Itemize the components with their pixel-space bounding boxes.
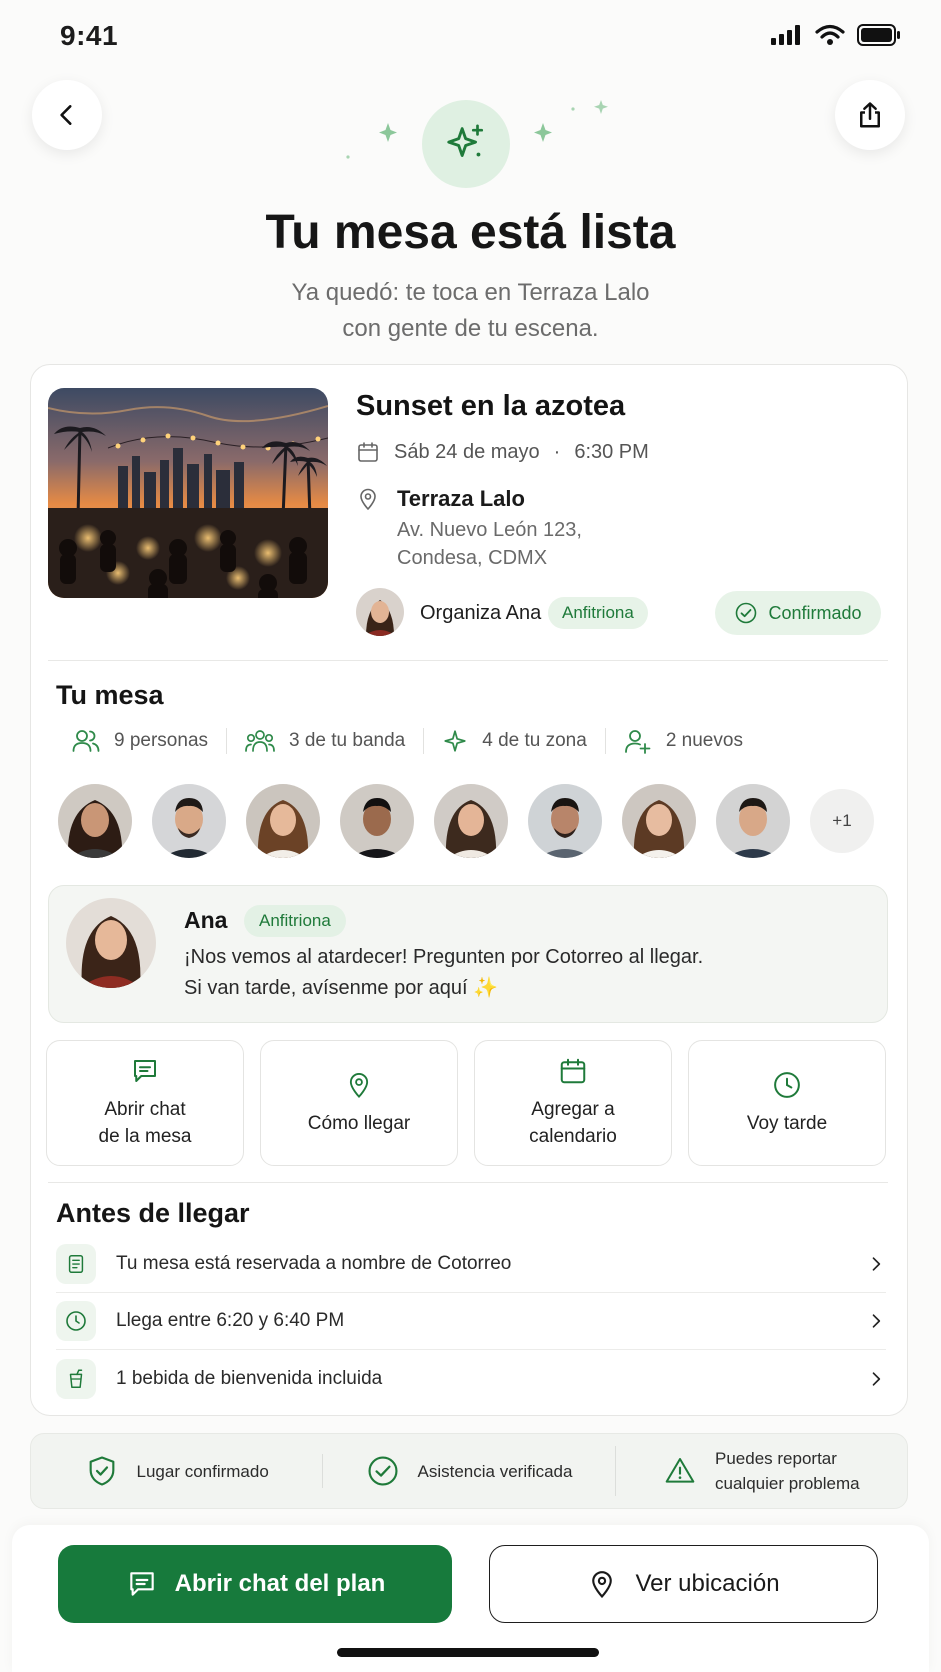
clock-icon [66, 1311, 86, 1331]
check-circle-icon [367, 1456, 398, 1486]
member-avatar[interactable] [528, 784, 602, 858]
clock-icon [774, 1071, 800, 1098]
host-avatar[interactable] [66, 898, 156, 988]
member-avatar[interactable] [152, 784, 226, 858]
location-pin-icon [360, 488, 376, 511]
sparkle-icon [444, 730, 466, 752]
quick-actions: Abrir chat de la mesa Cómo llegar Agregar… [46, 1040, 886, 1166]
stat-new: 2 nuevos [604, 728, 761, 754]
check-circle-icon [736, 602, 757, 624]
document-icon [68, 1255, 84, 1273]
page-subtitle: Ya quedó: te toca en Terraza Lalo con ge… [291, 279, 650, 342]
event-time: 6:30 PM [574, 440, 649, 463]
group-icon [245, 730, 275, 752]
directions-button[interactable]: Cómo llegar [260, 1040, 458, 1166]
place-name[interactable]: Terraza Lalo [397, 486, 525, 512]
share-button[interactable] [835, 80, 905, 150]
warning-icon [665, 1458, 695, 1483]
signal-icon [771, 25, 800, 45]
before-section-title: Antes de llegar [56, 1198, 250, 1228]
confirmed-badge: Confirmado [715, 591, 881, 635]
calendar-icon [358, 442, 378, 462]
add-to-calendar-button[interactable]: Agregar a calendario [474, 1040, 672, 1166]
table-members: +1 [58, 784, 874, 858]
view-location-button[interactable]: Ver ubicación [489, 1545, 878, 1623]
list-item-drink[interactable]: 1 bebida de bienvenida incluida [56, 1350, 886, 1407]
home-indicator[interactable] [337, 1648, 599, 1657]
open-plan-chat-button[interactable]: Abrir chat del plan [58, 1545, 452, 1623]
section-divider [48, 660, 888, 661]
open-table-chat-button[interactable]: Abrir chat de la mesa [46, 1040, 244, 1166]
host-message: ¡Nos vemos al atardecer! Pregunten por C… [184, 946, 704, 999]
table-stats: 9 personas 3 de tu banda 4 de tu zona 2 … [56, 728, 886, 754]
list-item-reservation[interactable]: Tu mesa está reservada a nombre de Cotor… [56, 1236, 886, 1293]
trust-report-problem[interactable]: Puedes reportar cualquier problema [614, 1446, 907, 1496]
stat-zone: 4 de tu zona [423, 728, 605, 754]
member-avatar[interactable] [716, 784, 790, 858]
battery-icon [857, 24, 900, 46]
member-avatar[interactable] [246, 784, 320, 858]
chevron-right-icon [872, 1314, 881, 1328]
location-pin-icon [592, 1571, 613, 1599]
trust-bar: Lugar confirmado Asistencia verificada P… [30, 1433, 908, 1509]
calendar-icon [560, 1058, 586, 1084]
more-members-badge[interactable]: +1 [810, 789, 874, 853]
trust-place-confirmed: Lugar confirmado [31, 1453, 322, 1489]
member-avatar[interactable] [622, 784, 696, 858]
back-button[interactable] [32, 80, 102, 150]
event-date: Sáb 24 de mayo [394, 440, 540, 463]
list-item-arrival[interactable]: Llega entre 6:20 y 6:40 PM [56, 1293, 886, 1350]
event-datetime: Sáb 24 de mayo · 6:30 PM [356, 440, 649, 464]
user-plus-icon [624, 730, 651, 754]
place-pin [356, 486, 380, 517]
chevron-right-icon [872, 1371, 881, 1386]
running-late-button[interactable]: Voy tarde [688, 1040, 886, 1166]
section-divider [48, 1182, 888, 1183]
drink-icon [69, 1369, 83, 1388]
event-title: Sunset en la azotea [356, 390, 626, 422]
share-icon [860, 102, 880, 128]
page-title: Tu mesa está lista [265, 206, 676, 259]
status-icons [771, 24, 901, 46]
organizer-name: Organiza Ana [420, 602, 542, 624]
status-time: 9:41 [60, 20, 119, 51]
organizer-avatar[interactable] [356, 588, 404, 636]
member-avatar[interactable] [340, 784, 414, 858]
member-avatar[interactable] [434, 784, 508, 858]
trust-attendance-verified: Asistencia verificada [322, 1454, 614, 1488]
wifi-icon [815, 24, 845, 45]
sparkle-icon [447, 124, 484, 157]
chat-icon [129, 1572, 154, 1596]
chat-icon [134, 1060, 156, 1082]
host-badge: Anfitriona [244, 905, 346, 937]
shield-check-icon [89, 1456, 114, 1486]
date-separator: · [553, 440, 561, 463]
host-badge: Anfitriona [548, 597, 648, 629]
location-pin-icon [349, 1072, 369, 1098]
people-icon [72, 730, 100, 752]
success-badge [422, 100, 510, 188]
chevron-left-icon [60, 105, 72, 125]
place-address: Av. Nuevo León 123, Condesa, CDMX [397, 519, 582, 569]
before-list: Tu mesa está reservada a nombre de Cotor… [56, 1236, 886, 1407]
event-photo [48, 388, 328, 598]
member-avatar[interactable] [58, 784, 132, 858]
table-section-title: Tu mesa [56, 680, 164, 710]
chevron-right-icon [872, 1257, 881, 1271]
stat-band: 3 de tu banda [226, 728, 423, 754]
host-name: Ana [184, 907, 228, 933]
stat-people: 9 personas [56, 728, 226, 754]
